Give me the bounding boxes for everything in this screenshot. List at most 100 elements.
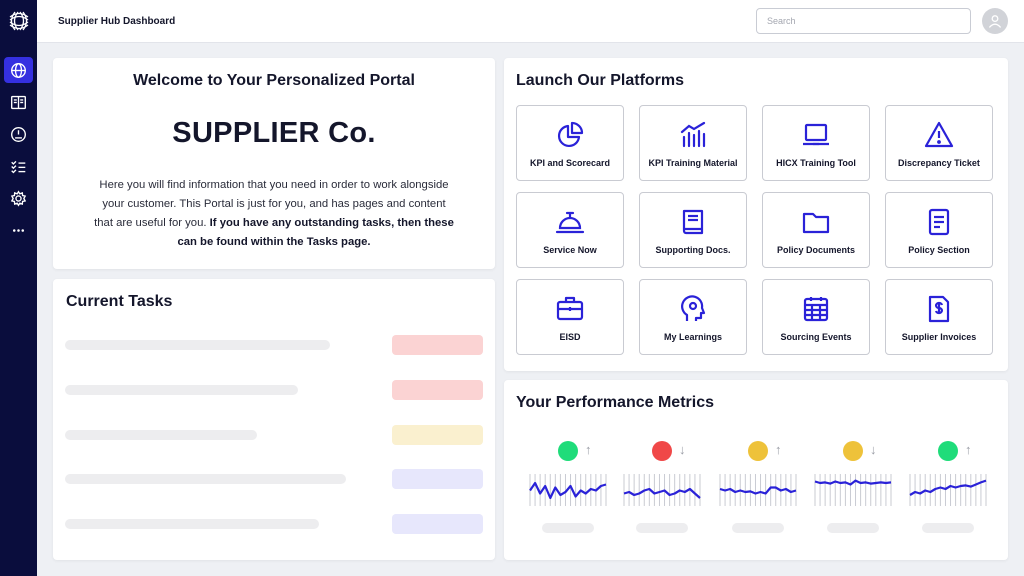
sparkline-trend	[719, 486, 797, 495]
launch-platforms-card: Launch Our Platforms KPI and Scorecard K…	[504, 58, 1008, 371]
task-row[interactable]	[65, 380, 483, 400]
tile-hicx-training-tool[interactable]: HICX Training Tool	[762, 105, 870, 181]
performance-metrics-card: Your Performance Metrics ↑ ↓ ↑ ↓ ↑	[504, 380, 1008, 560]
metric-placeholder-bar	[732, 523, 784, 533]
tile-label: Policy Documents	[776, 245, 856, 255]
page-title: Supplier Hub Dashboard	[58, 16, 176, 27]
sparkline-trend	[814, 479, 892, 486]
welcome-text-bold: If you have any outstanding tasks, then …	[177, 217, 454, 248]
laptop-icon	[803, 123, 829, 146]
tile-label: My Learnings	[663, 332, 722, 342]
service-bell-icon	[555, 211, 585, 234]
task-status-pill	[392, 469, 483, 489]
arrow-up-icon: ↑	[965, 442, 972, 457]
metric-item[interactable]: ↑	[528, 440, 608, 540]
tile-label: Sourcing Events	[780, 332, 852, 342]
tile-kpi-training-material[interactable]: KPI Training Material	[639, 105, 747, 181]
tasks-title: Current Tasks	[66, 293, 173, 310]
user-icon	[988, 15, 1002, 28]
metric-status-dot	[843, 441, 863, 461]
task-row[interactable]	[65, 425, 483, 445]
tile-label: KPI Training Material	[648, 158, 738, 168]
metric-sparkline	[909, 474, 987, 506]
pie-chart-icon	[557, 121, 584, 148]
warning-icon	[924, 121, 954, 148]
tile-supporting-docs[interactable]: Supporting Docs.	[639, 192, 747, 268]
metric-placeholder-bar	[636, 523, 688, 533]
briefcase-icon	[556, 296, 584, 321]
checklist-icon	[11, 160, 26, 173]
task-status-pill	[392, 335, 483, 355]
task-row[interactable]	[65, 335, 483, 355]
metric-item[interactable]: ↑	[718, 440, 798, 540]
tile-discrepancy-ticket[interactable]: Discrepancy Ticket	[885, 105, 993, 181]
tile-label: Supplier Invoices	[901, 332, 977, 342]
sparkline-trend	[529, 481, 607, 500]
company-name: SUPPLIER Co.	[172, 117, 376, 149]
tile-my-learnings[interactable]: My Learnings	[639, 279, 747, 355]
metric-placeholder-bar	[827, 523, 879, 533]
sidebar-item-more[interactable]	[4, 217, 33, 243]
head-gear-icon	[681, 295, 706, 321]
metric-item[interactable]: ↓	[813, 440, 893, 540]
task-status-pill	[392, 514, 483, 534]
task-row[interactable]	[65, 469, 483, 489]
tile-policy-documents[interactable]: Policy Documents	[762, 192, 870, 268]
tile-label: EISD	[559, 332, 581, 342]
bar-chart-icon	[680, 121, 706, 148]
metric-placeholder-bar	[922, 523, 974, 533]
welcome-card: Welcome to Your Personalized Portal SUPP…	[53, 58, 495, 269]
arrow-up-icon: ↑	[775, 442, 782, 457]
avatar[interactable]	[982, 8, 1008, 34]
task-placeholder-bar	[65, 430, 257, 440]
tile-kpi-scorecard[interactable]: KPI and Scorecard	[516, 105, 624, 181]
tile-label: HICX Training Tool	[776, 158, 856, 168]
tile-supplier-invoices[interactable]: Supplier Invoices	[885, 279, 993, 355]
tile-label: Service Now	[543, 245, 597, 255]
metrics-title: Your Performance Metrics	[516, 394, 714, 411]
calendar-icon	[803, 297, 829, 322]
metric-placeholder-bar	[542, 523, 594, 533]
tile-sourcing-events[interactable]: Sourcing Events	[762, 279, 870, 355]
task-row[interactable]	[65, 514, 483, 534]
arrow-up-icon: ↑	[585, 442, 592, 457]
task-placeholder-bar	[65, 519, 319, 529]
search-input[interactable]	[756, 8, 971, 34]
sidebar-item-globe[interactable]	[4, 57, 33, 83]
tile-label: Discrepancy Ticket	[898, 158, 980, 168]
brand-logo-icon[interactable]	[6, 8, 32, 34]
sidebar-item-gauge[interactable]	[4, 121, 33, 147]
welcome-text: Here you will find information that you …	[93, 176, 455, 252]
sparkline-trend	[909, 479, 987, 496]
welcome-title: Welcome to Your Personalized Portal	[133, 72, 415, 89]
document-icon	[928, 208, 950, 236]
metric-sparkline	[529, 474, 607, 506]
task-placeholder-bar	[65, 340, 330, 350]
sidebar-item-settings[interactable]	[4, 185, 33, 211]
arrow-down-icon: ↓	[679, 442, 686, 457]
sidebar-item-checklist[interactable]	[4, 153, 33, 179]
invoice-icon	[928, 295, 950, 323]
metric-item[interactable]: ↓	[622, 440, 702, 540]
sidebar-item-book[interactable]	[4, 89, 33, 115]
metric-sparkline	[719, 474, 797, 506]
globe-icon	[11, 62, 26, 78]
tile-label: KPI and Scorecard	[529, 158, 611, 168]
metric-status-dot	[652, 441, 672, 461]
current-tasks-card: Current Tasks	[53, 279, 495, 560]
folder-icon	[802, 212, 830, 234]
metric-item[interactable]: ↑	[908, 440, 988, 540]
metric-status-dot	[558, 441, 578, 461]
gear-icon	[10, 189, 27, 207]
platforms-title: Launch Our Platforms	[516, 72, 685, 89]
metric-sparkline	[814, 474, 892, 506]
arrow-down-icon: ↓	[870, 442, 877, 457]
gauge-icon	[11, 126, 26, 142]
book-icon	[11, 95, 26, 109]
more-icon	[12, 228, 25, 232]
tile-policy-section[interactable]: Policy Section	[885, 192, 993, 268]
tile-service-now[interactable]: Service Now	[516, 192, 624, 268]
task-status-pill	[392, 425, 483, 445]
tile-eisd[interactable]: EISD	[516, 279, 624, 355]
metric-status-dot	[748, 441, 768, 461]
